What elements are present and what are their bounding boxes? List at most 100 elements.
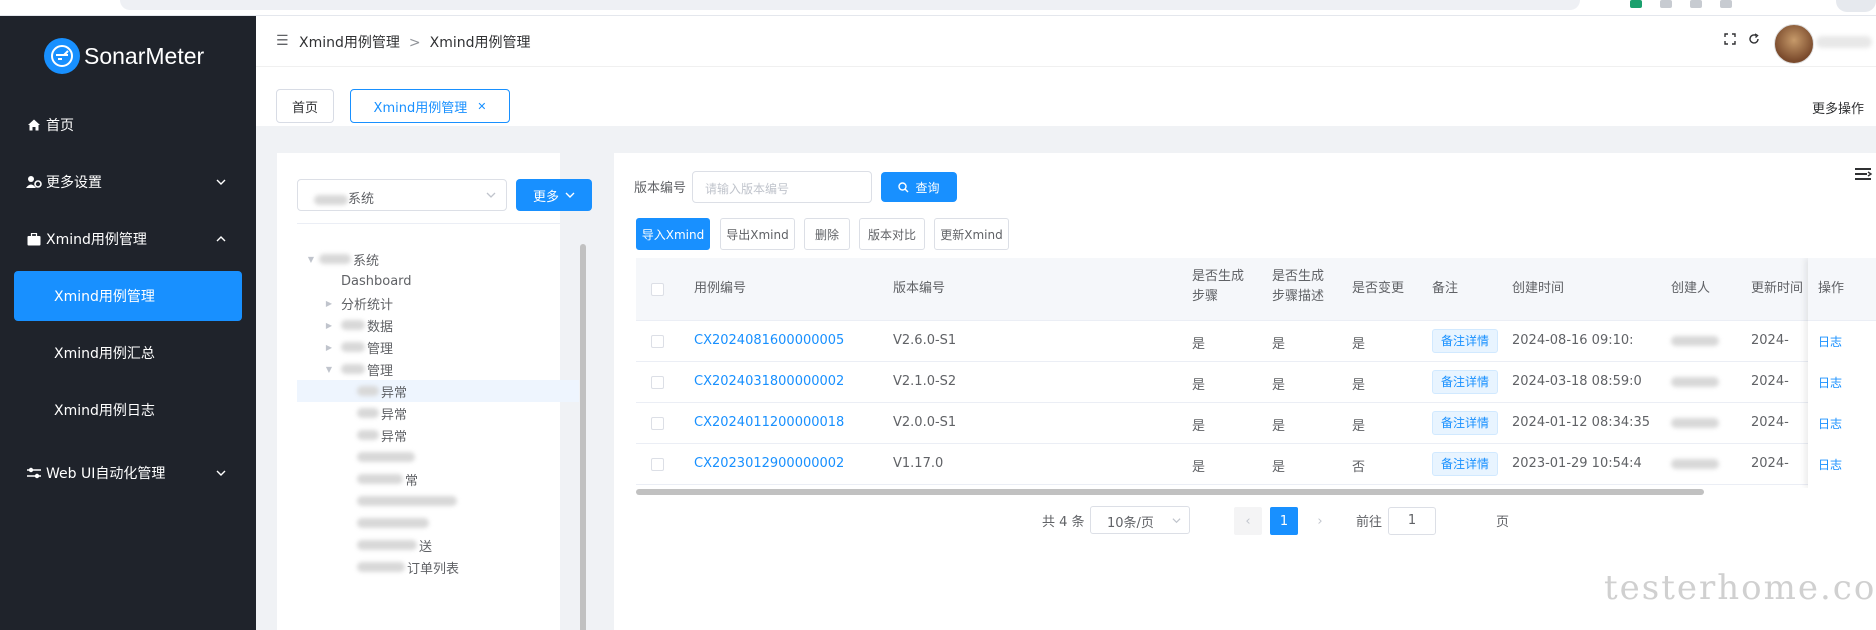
query-button[interactable]: 查询: [881, 172, 957, 202]
row-checkbox[interactable]: [651, 376, 664, 389]
tree-scrollbar[interactable]: [580, 244, 586, 630]
button-label: 导出Xmind: [726, 227, 789, 242]
caret-down-icon[interactable]: ▼: [323, 365, 335, 374]
tree-node[interactable]: 异常: [297, 424, 579, 446]
note-detail-button[interactable]: 备注详情: [1432, 329, 1499, 353]
sidebar-subitem-xmind-summary[interactable]: Xmind用例汇总: [14, 328, 242, 378]
table-horizontal-scrollbar[interactable]: [636, 489, 1704, 495]
note-detail-button[interactable]: 备注详情: [1432, 370, 1499, 394]
caret-right-icon[interactable]: ▶: [323, 343, 335, 352]
extension-icon[interactable]: [1690, 0, 1702, 8]
sidebar-item-label: Web UI自动化管理: [46, 466, 166, 482]
case-number-link[interactable]: CX2023012900000002: [694, 456, 844, 471]
sliders-icon: [26, 465, 42, 481]
tree-node[interactable]: ▶ 管理: [297, 336, 579, 358]
tree-node[interactable]: ▼ 管理: [297, 358, 579, 380]
gen-desc-cell: 是: [1272, 337, 1286, 352]
changed-cell: 否: [1352, 460, 1366, 475]
tree-node[interactable]: Dashboard: [297, 270, 579, 292]
column-header: 备注: [1432, 281, 1459, 296]
page-size-select[interactable]: 10条/页: [1090, 506, 1190, 534]
prev-page-button[interactable]: ‹: [1234, 507, 1262, 535]
sidebar-item-webui[interactable]: Web UI自动化管理: [0, 448, 256, 498]
log-link[interactable]: 日志: [1818, 333, 1842, 350]
extension-icon[interactable]: [1630, 0, 1642, 8]
button-label: 删除: [814, 227, 839, 242]
tree-node-label: 管理: [367, 363, 394, 379]
refresh-icon[interactable]: [1746, 33, 1762, 49]
extension-icon[interactable]: [1660, 0, 1672, 8]
import-xmind-button[interactable]: 导入Xmind: [636, 218, 710, 250]
tree-node[interactable]: ▶ 数据: [297, 314, 579, 336]
sidebar-item-home[interactable]: 首页: [0, 100, 256, 150]
caret-right-icon[interactable]: ▶: [323, 299, 335, 308]
more-operations[interactable]: 更多操作: [1812, 98, 1864, 117]
extension-icon[interactable]: [1720, 0, 1732, 8]
row-checkbox[interactable]: [651, 335, 664, 348]
column-header: 版本编号: [893, 281, 946, 296]
case-table: 用例编号 版本编号 是否生成步骤 是否生成步骤描述 是否变更 备注 创建时间 创…: [636, 258, 1876, 488]
more-button[interactable]: 更多: [516, 179, 592, 211]
caret-down-icon[interactable]: ▼: [305, 255, 317, 264]
tree-node-label: 送: [419, 539, 433, 555]
fullscreen-icon[interactable]: [1722, 33, 1738, 49]
tree-node[interactable]: [297, 446, 579, 468]
menu-toggle-icon[interactable]: ☰: [276, 33, 289, 49]
logo-icon: [44, 38, 80, 74]
close-icon[interactable]: ✕: [477, 100, 486, 113]
caret-right-icon[interactable]: ▶: [323, 321, 335, 330]
row-checkbox[interactable]: [651, 458, 664, 471]
tree-node[interactable]: 订单列表: [297, 556, 579, 578]
tree-node-label: 数据: [367, 319, 394, 335]
case-number-link[interactable]: CX2024081600000005: [694, 333, 844, 348]
sidebar-subitem-xmind-log[interactable]: Xmind用例日志: [14, 385, 242, 435]
tree-node[interactable]: [297, 512, 579, 534]
system-select[interactable]: 系统: [297, 179, 507, 211]
redacted-text: [357, 452, 415, 462]
tree-node[interactable]: 异常: [297, 402, 579, 424]
browser-profile[interactable]: [1836, 0, 1876, 12]
tag-xmind[interactable]: Xmind用例管理 ✕: [350, 89, 510, 123]
page-number-button[interactable]: 1: [1270, 507, 1298, 535]
export-xmind-button[interactable]: 导出Xmind: [720, 218, 795, 250]
redacted-text: [1671, 376, 1719, 387]
tree-node[interactable]: ▼ 系统: [297, 248, 579, 270]
row-checkbox[interactable]: [651, 417, 664, 430]
tag-home[interactable]: 首页: [276, 89, 334, 123]
sidebar-item-xmind[interactable]: Xmind用例管理: [0, 214, 256, 264]
tree-node[interactable]: [297, 490, 579, 512]
tree-node[interactable]: 常: [297, 468, 579, 490]
update-xmind-button[interactable]: 更新Xmind: [934, 218, 1009, 250]
tree-node[interactable]: ▶ 分析统计: [297, 292, 579, 314]
breadcrumb-item[interactable]: Xmind用例管理: [299, 35, 400, 51]
select-value-text: 系统: [348, 192, 375, 207]
goto-page-input[interactable]: 1: [1388, 507, 1436, 535]
sidebar-item-more-settings[interactable]: 更多设置: [0, 157, 256, 207]
delete-button[interactable]: 删除: [804, 218, 850, 250]
redacted-text: [357, 562, 405, 572]
tag-label: 首页: [291, 100, 318, 116]
user-menu[interactable]: [1816, 36, 1872, 48]
log-link[interactable]: 日志: [1818, 456, 1842, 473]
chevron-down-icon: [1172, 518, 1181, 524]
version-input[interactable]: 请输入版本编号: [692, 171, 872, 203]
case-number-link[interactable]: CX2024011200000018: [694, 415, 844, 430]
case-number-link[interactable]: CX2024031800000002: [694, 374, 844, 389]
note-detail-button[interactable]: 备注详情: [1432, 411, 1499, 435]
sidebar-subitem-xmind-manage[interactable]: Xmind用例管理: [14, 271, 242, 321]
avatar[interactable]: [1774, 24, 1814, 64]
tags-view: 首页 Xmind用例管理 ✕: [256, 66, 1876, 126]
tree-node[interactable]: 送: [297, 534, 579, 556]
updated-cell: 2024-: [1751, 374, 1789, 389]
column-settings-icon[interactable]: [1852, 163, 1874, 185]
address-bar[interactable]: [120, 0, 1580, 10]
note-detail-button[interactable]: 备注详情: [1432, 452, 1499, 476]
next-page-button[interactable]: ›: [1306, 507, 1334, 535]
log-link[interactable]: 日志: [1818, 415, 1842, 432]
watermark: testerhome.com: [1604, 568, 1876, 608]
compare-button[interactable]: 版本对比: [859, 218, 925, 250]
tree-node[interactable]: 异常: [297, 380, 579, 402]
tree-node-label: 异常: [381, 385, 408, 401]
log-link[interactable]: 日志: [1818, 374, 1842, 391]
select-all-checkbox[interactable]: [651, 283, 664, 296]
